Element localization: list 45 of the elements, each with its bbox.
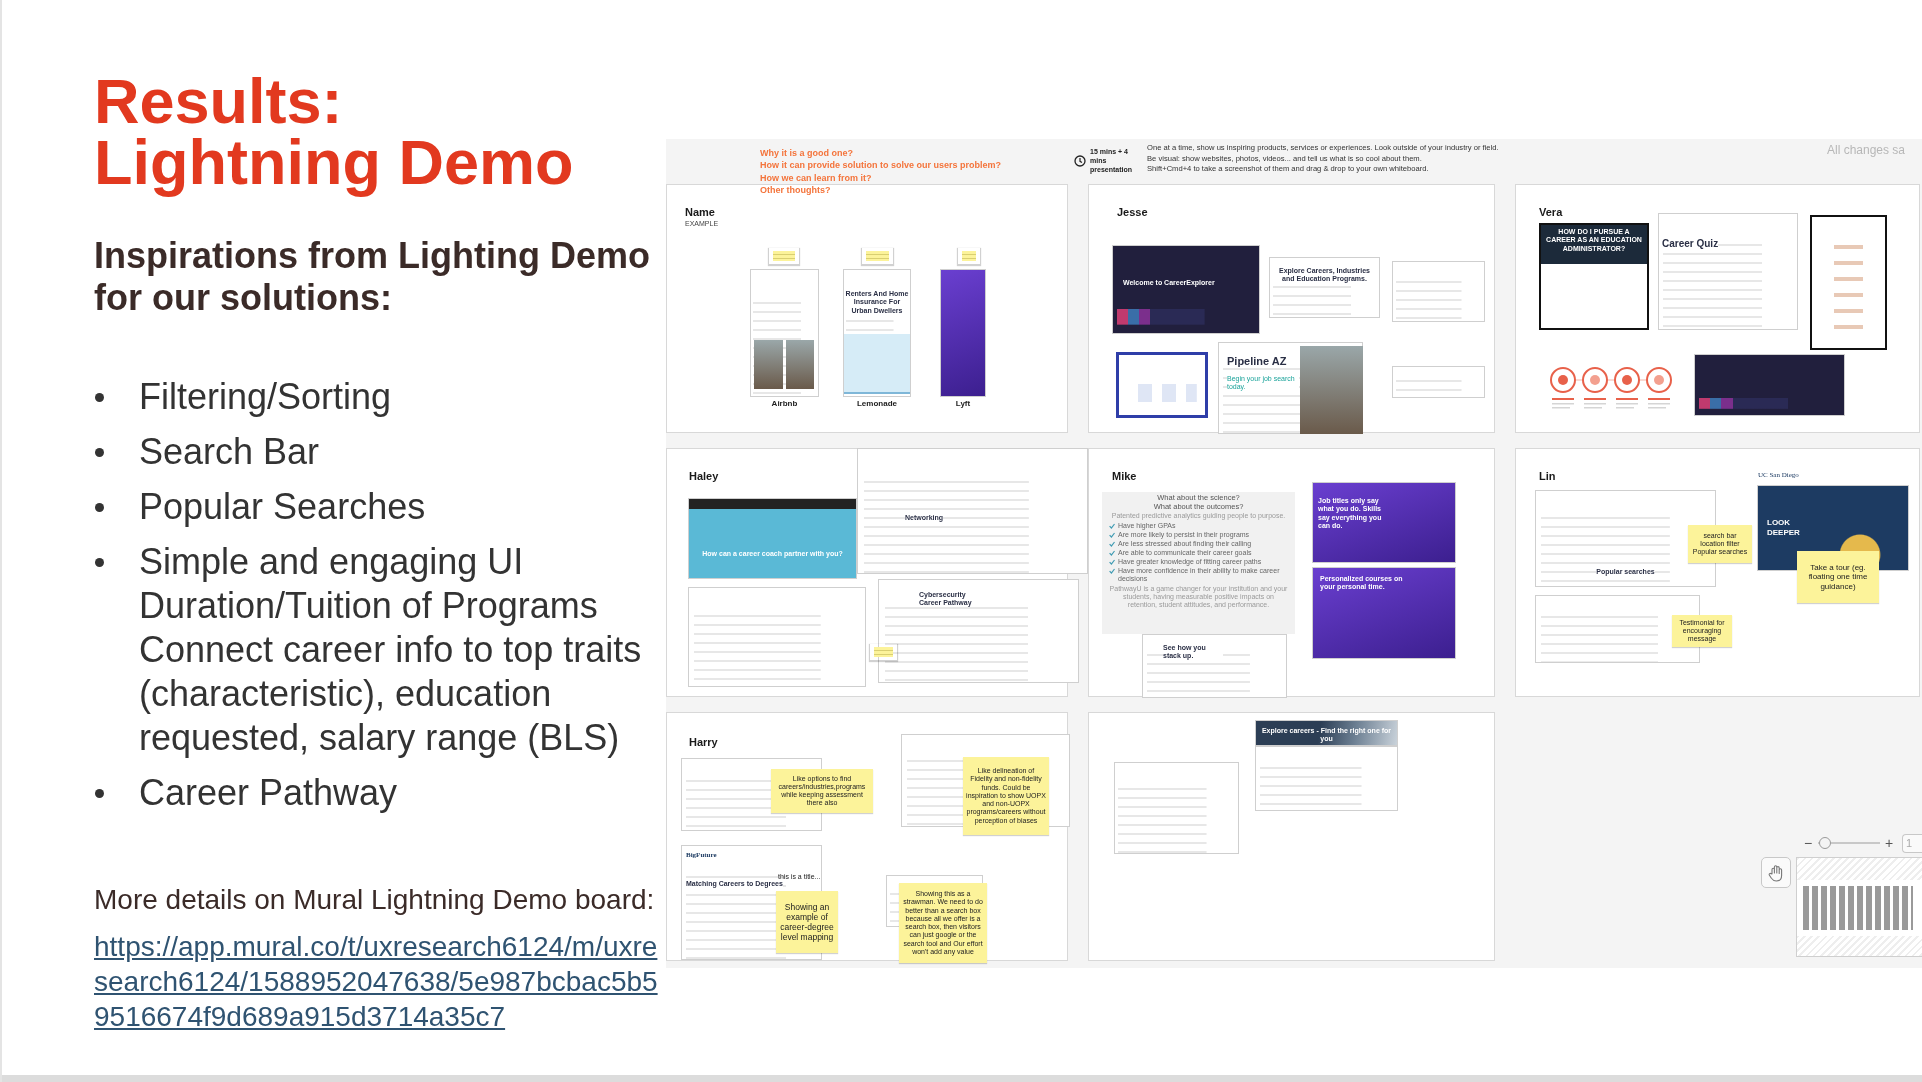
bullet-icon	[95, 448, 104, 457]
panel-title: Haley	[689, 471, 719, 482]
clock-icon	[1074, 155, 1086, 167]
bullet-text: Connect career info to top traits (characteristic), education requested, salary range (BLS)	[139, 628, 643, 760]
prompt-text: How we can learn from it?	[760, 171, 873, 185]
bullet-text: Simple and engaging UI	[139, 540, 525, 584]
bullet-icon	[95, 503, 104, 512]
bullet-icon	[95, 558, 104, 567]
prompt-text: Why it is a good one?	[760, 147, 854, 160]
slide-subtitle: Inspirations from Lighting Demo for our solutions:	[94, 235, 651, 319]
prompt-text: How it can provide solution to solve our users problem?	[760, 159, 1002, 172]
hand-tool-button[interactable]	[1761, 857, 1791, 888]
board-link[interactable]: https://app.mural.co/t/uxresearch6124/m/uxresearch6124/1588952047638/5e987bcbac5b59516674f9d689a915d3714a35c7	[94, 929, 663, 1034]
caption-text: Lemonade	[856, 400, 898, 410]
slider-thumb[interactable]	[1819, 837, 1832, 849]
caption-text: Airbnb	[770, 400, 799, 410]
panel-title: Lin	[1539, 471, 1556, 482]
panel-title: Harry	[689, 737, 718, 748]
bullet-icon	[95, 393, 104, 402]
save-status-text: All changes sa	[1827, 142, 1906, 159]
sticky-note: Take a tour (eg. floating one time guidance)	[1797, 551, 1879, 603]
illustration-drawing	[844, 334, 910, 394]
hand-icon	[1768, 863, 1784, 882]
zoom-out-button[interactable]: −	[1804, 836, 1813, 850]
bullet-text: Filtering/Sorting	[139, 375, 393, 419]
bullet-icon	[95, 789, 104, 798]
panel-title: Name	[685, 207, 715, 218]
screenshot-heading: Pipeline AZ	[1227, 355, 1287, 369]
panel-title: Jesse	[1117, 207, 1148, 218]
screenshot-heading: Career Quiz	[1662, 238, 1719, 250]
photo-placeholder	[786, 340, 814, 389]
sticky-note: Showing an example of career-degree level mapping	[776, 891, 838, 953]
bullet-text: Duration/Tuition of Programs	[139, 584, 599, 628]
photo-placeholder	[754, 340, 783, 389]
prompt-text: Other thoughts?	[760, 184, 832, 197]
details-text: More details on Mural Lightning Demo board:	[94, 883, 656, 917]
zoom-in-button[interactable]: +	[1885, 836, 1894, 850]
panel-title: Mike	[1112, 471, 1137, 482]
screenshot-heading: LOOK DEEPER	[1767, 518, 1801, 538]
bullet-text: Popular Searches	[139, 485, 427, 529]
bullet-text: Search Bar	[139, 430, 321, 474]
panel-title: Vera	[1539, 207, 1563, 218]
bullet-text: Career Pathway	[139, 771, 399, 815]
minimap[interactable]	[1796, 857, 1922, 957]
caption-text: Lyft	[954, 400, 972, 410]
